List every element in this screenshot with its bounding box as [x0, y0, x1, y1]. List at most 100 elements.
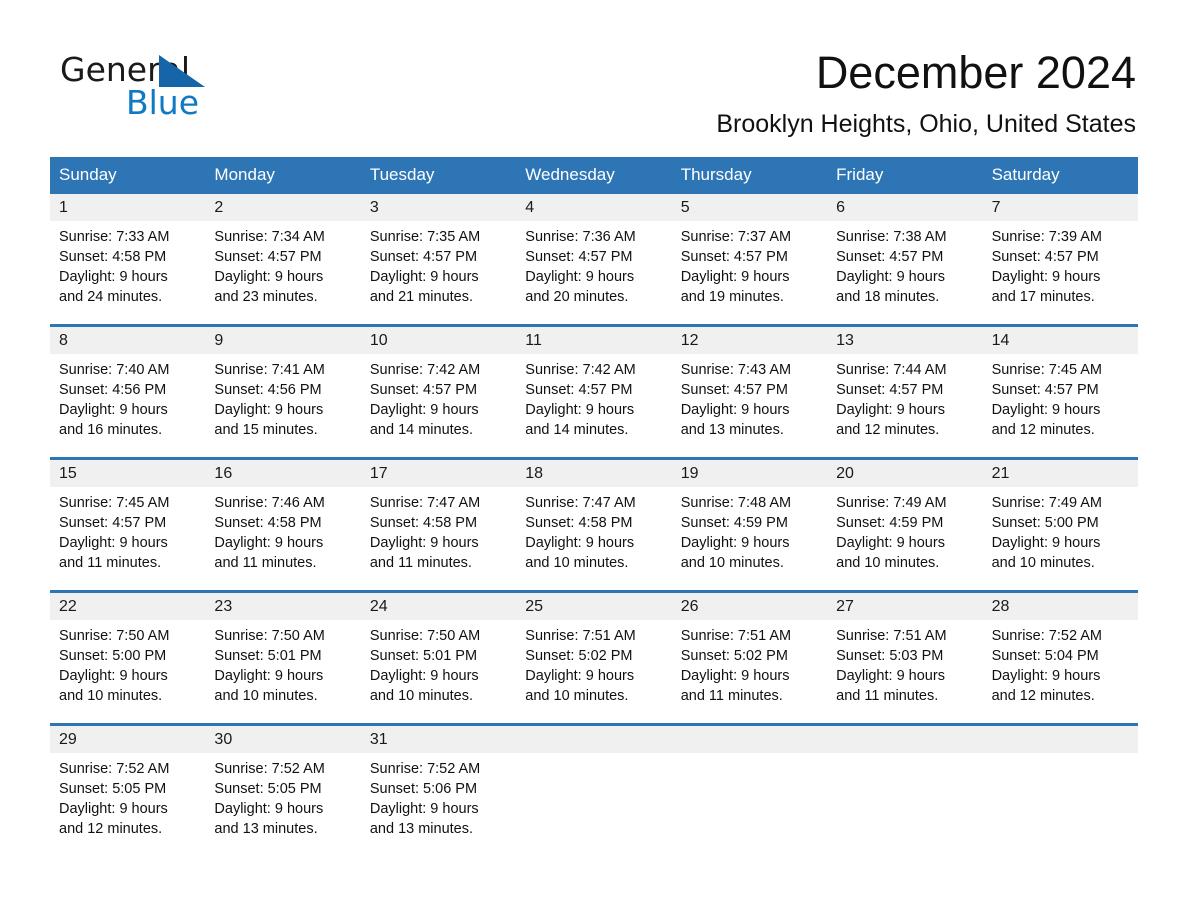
day-details: Sunrise: 7:41 AM Sunset: 4:56 PM Daylight:…	[205, 354, 360, 440]
day-number-strip: 12	[671, 327, 828, 354]
day-cell[interactable]: 28 Sunrise: 7:52 AM Sunset: 5:04 PM Dayligh…	[982, 593, 1138, 711]
day-number-strip: 21	[982, 460, 1138, 487]
day-number: 12	[680, 332, 699, 349]
daylight-text-line2: and 14 minutes.	[525, 422, 629, 438]
daylight-text-line2: and 11 minutes.	[59, 555, 162, 571]
sunrise-text: Sunrise: 7:45 AM	[991, 362, 1102, 378]
day-number: 20	[836, 465, 854, 482]
day-number-strip: 13	[827, 327, 983, 354]
daylight-text-line1: Daylight: 9 hours	[214, 801, 324, 817]
day-cell[interactable]: 24 Sunrise: 7:50 AM Sunset: 5:01 PM Dayligh…	[360, 593, 517, 711]
day-number: 22	[59, 598, 77, 615]
day-details: Sunrise: 7:51 AM Sunset: 5:02 PM Daylight:…	[516, 620, 671, 706]
sunset-text: Sunset: 4:57 PM	[214, 249, 322, 265]
day-cell[interactable]: 16 Sunrise: 7:46 AM Sunset: 4:58 PM Dayligh…	[205, 460, 361, 578]
sunrise-text: Sunrise: 7:51 AM	[680, 628, 792, 644]
sunset-text: Sunset: 5:03 PM	[836, 648, 944, 664]
sunrise-text: Sunrise: 7:40 AM	[59, 362, 170, 378]
day-cell[interactable]: 14 Sunrise: 7:45 AM Sunset: 4:57 PM Dayligh…	[982, 327, 1138, 445]
day-details: Sunrise: 7:49 AM Sunset: 5:00 PM Daylight:…	[983, 487, 1138, 573]
day-cell[interactable]: 2 Sunrise: 7:34 AM Sunset: 4:57 PM Daylight…	[205, 194, 361, 312]
day-cell[interactable]: 29 Sunrise: 7:52 AM Sunset: 5:05 PM Dayligh…	[50, 726, 206, 844]
sunset-text: Sunset: 4:57 PM	[59, 515, 167, 531]
sunrise-text: Sunrise: 7:39 AM	[991, 229, 1102, 245]
sunset-text: Sunset: 4:57 PM	[680, 249, 788, 265]
day-cell[interactable]: 19 Sunrise: 7:48 AM Sunset: 4:59 PM Dayligh…	[671, 460, 828, 578]
day-details: Sunrise: 7:47 AM Sunset: 4:58 PM Daylight:…	[516, 487, 671, 573]
day-cell[interactable]: 31 Sunrise: 7:52 AM Sunset: 5:06 PM Dayligh…	[360, 726, 517, 844]
day-cell[interactable]: 21 Sunrise: 7:49 AM Sunset: 5:00 PM Dayligh…	[982, 460, 1138, 578]
day-cell[interactable]: 25 Sunrise: 7:51 AM Sunset: 5:02 PM Dayligh…	[516, 593, 672, 711]
day-number-strip: 18	[516, 460, 672, 487]
page-title: December 2024	[815, 47, 1136, 98]
day-details: Sunrise: 7:52 AM Sunset: 5:05 PM Daylight:…	[50, 753, 205, 839]
sunrise-text: Sunrise: 7:47 AM	[369, 495, 481, 511]
sunrise-text: Sunrise: 7:38 AM	[836, 229, 947, 245]
daylight-text-line1: Daylight: 9 hours	[59, 535, 168, 551]
day-cell[interactable]: 30 Sunrise: 7:52 AM Sunset: 5:05 PM Dayligh…	[205, 726, 361, 844]
day-cell[interactable]: 22 Sunrise: 7:50 AM Sunset: 5:00 PM Dayligh…	[50, 593, 206, 711]
day-number-strip: 27	[827, 593, 983, 620]
day-number-strip: 8	[50, 327, 206, 354]
day-number: 4	[525, 199, 535, 216]
day-cell[interactable]: 12 Sunrise: 7:43 AM Sunset: 4:57 PM Dayligh…	[671, 327, 828, 445]
daylight-text-line1: Daylight: 9 hours	[836, 535, 945, 551]
sunrise-text: Sunrise: 7:36 AM	[525, 229, 636, 245]
day-cell[interactable]: 8 Sunrise: 7:40 AM Sunset: 4:56 PM Daylight…	[50, 327, 206, 445]
weekday-header-wednesday: Wednesday	[525, 165, 615, 184]
week-row: 8 Sunrise: 7:40 AM Sunset: 4:56 PM Daylight…	[50, 324, 1138, 445]
day-cell[interactable]: 7 Sunrise: 7:39 AM Sunset: 4:57 PM Daylight…	[982, 194, 1138, 312]
day-cell[interactable]: 17 Sunrise: 7:47 AM Sunset: 4:58 PM Dayligh…	[360, 460, 517, 578]
generalblue-logo[interactable]: General Blue	[60, 52, 280, 124]
day-cell[interactable]: 3 Sunrise: 7:35 AM Sunset: 4:57 PM Daylight…	[360, 194, 517, 312]
day-details: Sunrise: 7:33 AM Sunset: 4:58 PM Daylight:…	[50, 221, 205, 307]
day-details: Sunrise: 7:50 AM Sunset: 5:00 PM Daylight:…	[50, 620, 205, 706]
sunset-text: Sunset: 5:06 PM	[369, 781, 478, 797]
day-number-strip: 23	[205, 593, 361, 620]
day-cell[interactable]: 1 Sunrise: 7:33 AM Sunset: 4:58 PM Daylight…	[50, 194, 206, 312]
sunset-text: Sunset: 4:58 PM	[525, 515, 633, 531]
daylight-text-line2: and 10 minutes.	[59, 688, 163, 704]
daylight-text-line1: Daylight: 9 hours	[680, 269, 790, 285]
day-number-strip: 5	[671, 194, 828, 221]
day-cell[interactable]: 26 Sunrise: 7:51 AM Sunset: 5:02 PM Dayligh…	[671, 593, 828, 711]
calendar-grid: Sunday Monday Tuesday Wednesday Thursday…	[50, 157, 1138, 844]
day-cell[interactable]: 13 Sunrise: 7:44 AM Sunset: 4:57 PM Dayligh…	[827, 327, 983, 445]
day-cell[interactable]: 23 Sunrise: 7:50 AM Sunset: 5:01 PM Dayligh…	[205, 593, 361, 711]
daylight-text-line2: and 19 minutes.	[680, 289, 784, 305]
day-number-strip: 1	[50, 194, 206, 221]
day-details: Sunrise: 7:39 AM Sunset: 4:57 PM Daylight:…	[983, 221, 1138, 307]
day-cell[interactable]: 11 Sunrise: 7:42 AM Sunset: 4:57 PM Dayligh…	[516, 327, 672, 445]
sunset-text: Sunset: 4:58 PM	[369, 515, 478, 531]
daylight-text-line2: and 18 minutes.	[836, 289, 940, 305]
daylight-text-line2: and 23 minutes.	[214, 289, 318, 305]
day-cell[interactable]: 6 Sunrise: 7:38 AM Sunset: 4:57 PM Daylight…	[827, 194, 983, 312]
day-cell[interactable]: 15 Sunrise: 7:45 AM Sunset: 4:57 PM Dayligh…	[50, 460, 206, 578]
day-number: 19	[680, 465, 699, 482]
day-details: Sunrise: 7:49 AM Sunset: 4:59 PM Daylight:…	[827, 487, 982, 573]
day-number: 21	[991, 465, 1010, 482]
day-number: 27	[836, 598, 854, 615]
day-cell[interactable]: 4 Sunrise: 7:36 AM Sunset: 4:57 PM Daylight…	[516, 194, 672, 312]
day-cell[interactable]: 20 Sunrise: 7:49 AM Sunset: 4:59 PM Dayligh…	[827, 460, 983, 578]
day-number-strip: 4	[516, 194, 672, 221]
day-cell[interactable]: 5 Sunrise: 7:37 AM Sunset: 4:57 PM Daylight…	[671, 194, 828, 312]
day-cell[interactable]: 27 Sunrise: 7:51 AM Sunset: 5:03 PM Dayligh…	[827, 593, 983, 711]
daylight-text-line1: Daylight: 9 hours	[369, 269, 479, 285]
day-details: Sunrise: 7:48 AM Sunset: 4:59 PM Daylight:…	[672, 487, 827, 573]
daylight-text-line1: Daylight: 9 hours	[59, 269, 168, 285]
day-number-strip: 10	[360, 327, 517, 354]
daylight-text-line1: Daylight: 9 hours	[369, 402, 479, 418]
day-cell[interactable]: 18 Sunrise: 7:47 AM Sunset: 4:58 PM Dayligh…	[516, 460, 672, 578]
day-details: Sunrise: 7:52 AM Sunset: 5:05 PM Daylight:…	[205, 753, 360, 839]
sunrise-text: Sunrise: 7:42 AM	[525, 362, 636, 378]
daylight-text-line1: Daylight: 9 hours	[214, 535, 324, 551]
daylight-text-line1: Daylight: 9 hours	[991, 535, 1101, 551]
day-cell[interactable]: 9 Sunrise: 7:41 AM Sunset: 4:56 PM Daylight…	[205, 327, 361, 445]
day-number: 9	[214, 332, 224, 349]
day-cell[interactable]: 10 Sunrise: 7:42 AM Sunset: 4:57 PM Dayligh…	[360, 327, 517, 445]
day-details: Sunrise: 7:51 AM Sunset: 5:03 PM Daylight:…	[827, 620, 982, 706]
daylight-text-line2: and 12 minutes.	[836, 422, 940, 438]
daylight-text-line1: Daylight: 9 hours	[991, 402, 1101, 418]
day-number-strip: 7	[982, 194, 1138, 221]
